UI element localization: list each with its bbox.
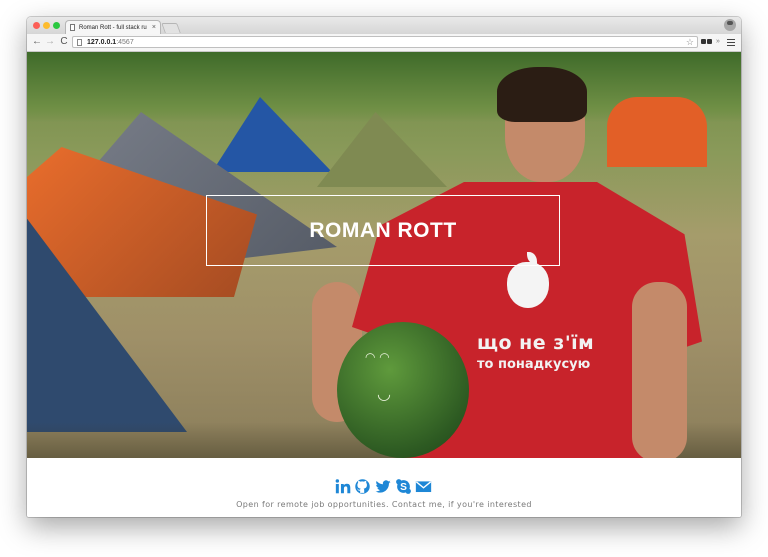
- page-title: ROMAN ROTT: [309, 218, 457, 242]
- url-text: 127.0.0.1:4567: [87, 37, 134, 48]
- minimize-window-button[interactable]: [43, 22, 50, 29]
- tab-strip: Roman Rott - full stack ru ×: [27, 17, 741, 35]
- twitter-link[interactable]: [373, 478, 393, 495]
- menu-icon[interactable]: [727, 39, 735, 46]
- shirt-text-line1: що не з'їм: [477, 332, 595, 354]
- hero-title-box: ROMAN ROTT: [206, 195, 560, 266]
- extensions-overflow-icon[interactable]: »: [716, 36, 720, 48]
- github-icon: [355, 478, 370, 494]
- social-links: S: [27, 476, 741, 496]
- hero-photo: що не з'їм то понадкусую ◠ ◠ ◡ ROMAN ROT…: [27, 52, 741, 458]
- shirt-text-line2: то понадкусую: [477, 357, 591, 372]
- photo-watermelon: ◠ ◠ ◡: [337, 322, 469, 458]
- melon-drawing: ◡: [377, 384, 391, 403]
- photo-tent: [317, 112, 447, 187]
- melon-drawing: ◠ ◠: [365, 350, 390, 364]
- address-bar[interactable]: 127.0.0.1:4567 ☆: [72, 36, 698, 48]
- page-icon: [70, 24, 75, 31]
- skype-link[interactable]: S: [395, 478, 412, 495]
- linkedin-link[interactable]: [335, 478, 352, 495]
- profile-icon[interactable]: [724, 19, 736, 31]
- new-tab-button[interactable]: [161, 23, 181, 33]
- extension-glasses-icon[interactable]: [701, 38, 713, 46]
- photo-person-hair: [497, 67, 587, 122]
- email-icon: [415, 480, 432, 492]
- url-port: :4567: [116, 39, 134, 46]
- tab-close-icon[interactable]: ×: [152, 21, 156, 34]
- reload-button[interactable]: C: [58, 36, 70, 48]
- close-window-button[interactable]: [33, 22, 40, 29]
- tab-title: Roman Rott - full stack ru: [79, 25, 147, 31]
- twitter-icon: [375, 479, 391, 493]
- photo-tent: [607, 97, 707, 167]
- email-link[interactable]: [414, 478, 433, 495]
- skype-icon: S: [396, 478, 411, 494]
- bookmark-star-icon[interactable]: ☆: [686, 37, 694, 48]
- url-host: 127.0.0.1: [87, 39, 117, 46]
- browser-tab[interactable]: Roman Rott - full stack ru ×: [65, 20, 161, 34]
- page-icon: [77, 39, 82, 46]
- forward-button[interactable]: →: [44, 36, 56, 48]
- apple-logo-icon: [507, 262, 549, 308]
- github-link[interactable]: [354, 478, 371, 495]
- linkedin-icon: [335, 478, 351, 493]
- maximize-window-button[interactable]: [53, 22, 60, 29]
- photo-person-arm: [632, 282, 687, 458]
- back-button[interactable]: ←: [31, 36, 43, 48]
- contact-note: Open for remote job opportunities. Conta…: [236, 500, 532, 509]
- svg-text:S: S: [400, 482, 407, 493]
- browser-toolbar: ← → C 127.0.0.1:4567 ☆ »: [27, 34, 741, 52]
- browser-window: Roman Rott - full stack ru × ← → C 127.0…: [27, 17, 741, 517]
- footer: S Open for remote job opportunities. Con…: [27, 458, 741, 517]
